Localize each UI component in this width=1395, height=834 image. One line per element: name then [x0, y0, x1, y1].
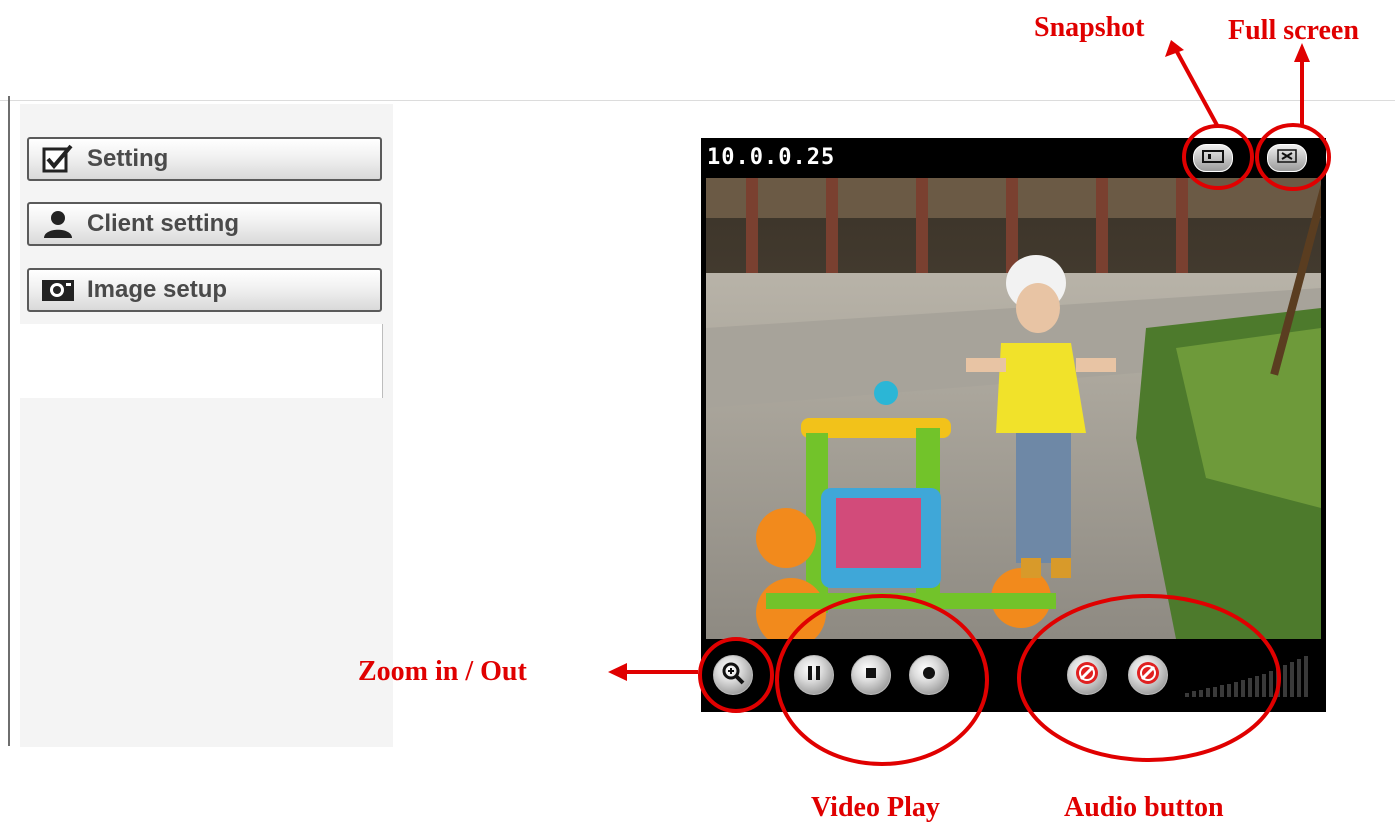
fullscreen-highlight-circle: [1255, 123, 1331, 191]
snapshot-arrow-line: [1174, 49, 1220, 128]
annotation-overlay: [608, 40, 1331, 766]
video-play-annotation: Video Play: [811, 792, 940, 823]
snapshot-annotation: Snapshot: [1034, 12, 1145, 43]
zoom-annotation: Zoom in / Out: [358, 656, 527, 687]
full-screen-annotation: Full screen: [1228, 15, 1359, 46]
zoom-highlight-circle: [698, 637, 774, 713]
audio-highlight-circle: [1017, 594, 1281, 762]
snapshot-arrow-head: [1165, 40, 1184, 57]
audio-button-annotation: Audio button: [1064, 792, 1224, 823]
zoom-arrow-head: [608, 663, 627, 681]
snapshot-highlight-circle: [1182, 124, 1254, 190]
video-play-highlight-circle: [775, 594, 989, 766]
